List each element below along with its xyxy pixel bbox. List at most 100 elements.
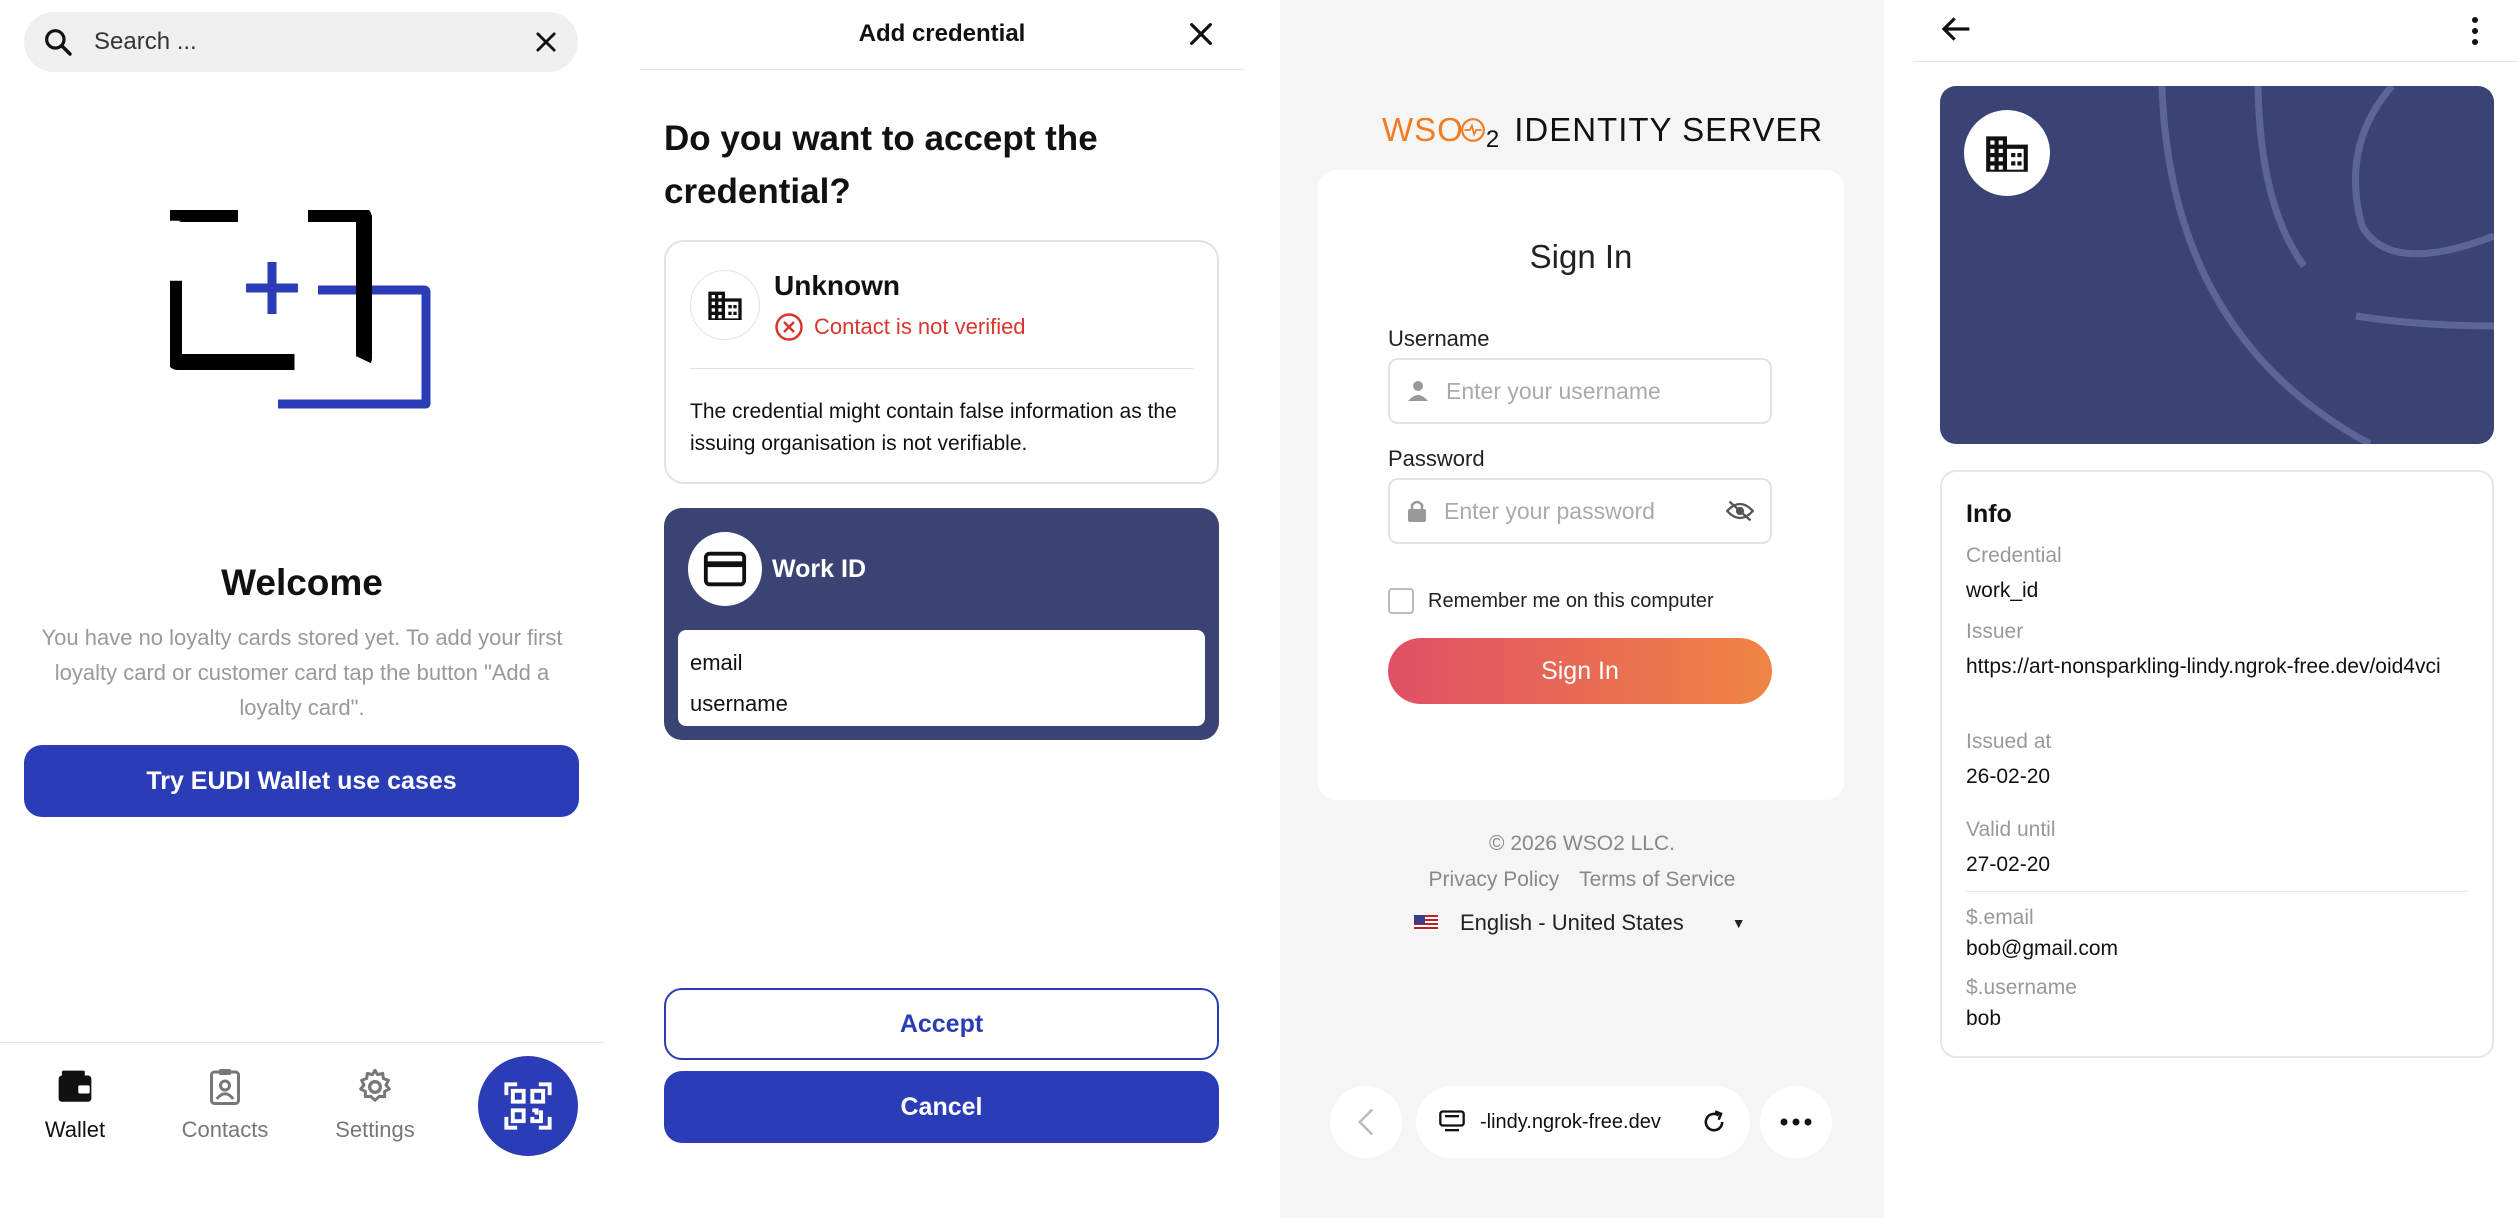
- field-value: https://art-nonsparkling-lindy.ngrok-fre…: [1966, 655, 2441, 678]
- cancel-button[interactable]: Cancel: [664, 1071, 1219, 1143]
- issuer-name: Unknown: [774, 270, 900, 301]
- issuer-warning: The credential might contain false infor…: [690, 400, 1177, 455]
- username-field[interactable]: Enter your username: [1388, 358, 1772, 424]
- qr-scan-button[interactable]: [478, 1056, 578, 1156]
- dialog-title: Add credential: [858, 20, 1026, 47]
- nav-wallet[interactable]: Wallet: [20, 1065, 130, 1143]
- footer-links: Privacy Policy Terms of Service: [1280, 868, 1884, 892]
- field-value: 27-02-20: [1966, 853, 2051, 876]
- nav-label-wallet: Wallet: [44, 1117, 106, 1142]
- search-bar[interactable]: Search ...: [24, 12, 578, 72]
- add-credential-screen: Add credential Do you want to accept the…: [640, 0, 1244, 1218]
- chevron-left-icon: [1357, 1108, 1374, 1136]
- divider: [690, 368, 1193, 369]
- search-icon: [45, 29, 72, 56]
- field-label: Credential: [1966, 544, 2062, 567]
- arrow-left-icon[interactable]: [1940, 14, 1972, 44]
- signin-title: Sign In: [1529, 238, 1633, 275]
- browser-bar: -lindy.ngrok-free.dev: [1280, 1082, 1884, 1182]
- signin-button[interactable]: Sign In: [1388, 638, 1772, 704]
- chevron-down-icon: ▼: [1731, 915, 1746, 931]
- wallet-icon: [58, 1070, 92, 1102]
- claim-item: username: [690, 691, 788, 716]
- password-label: Password: [1388, 446, 1485, 471]
- brand-subscript: 2: [1485, 126, 1501, 153]
- issuer-logo-large: [1964, 110, 2050, 196]
- credential-card-large: [1940, 86, 2494, 444]
- copyright: © 2026 WSO2 LLC.: [1489, 832, 1675, 855]
- privacy-link[interactable]: Privacy Policy: [1429, 868, 1560, 891]
- password-input[interactable]: Enter your password: [1444, 498, 1726, 525]
- field-label: Valid until: [1966, 818, 2056, 841]
- us-flag-icon: [1414, 915, 1438, 931]
- field-label: Issued at: [1966, 730, 2052, 753]
- brand-name: WSO: [1382, 111, 1464, 148]
- details-header: [1914, 0, 2518, 62]
- brand-product: IDENTITY SERVER: [1514, 111, 1824, 148]
- language-label: English - United States: [1460, 910, 1684, 935]
- signin-card: Sign In Username Enter your username Pas…: [1318, 170, 1844, 800]
- id-card-icon: [703, 551, 747, 587]
- pulse-icon: [1460, 118, 1485, 142]
- nav-label-contacts: Contacts: [181, 1117, 269, 1142]
- field-value: work_id: [1966, 579, 2039, 602]
- signin-screen: WSO 2 IDENTITY SERVER Sign In Username E…: [1280, 0, 1884, 1218]
- remember-checkbox[interactable]: [1388, 588, 1414, 614]
- language-selector[interactable]: English - United States ▼: [1414, 910, 1746, 936]
- eye-off-icon[interactable]: [1726, 499, 1754, 523]
- welcome-title: Welcome: [221, 562, 383, 603]
- browser-back-button[interactable]: [1330, 1086, 1402, 1158]
- username-label: Username: [1388, 326, 1490, 351]
- clear-icon[interactable]: [532, 28, 560, 56]
- browser-menu-button[interactable]: [1760, 1086, 1832, 1158]
- terms-link[interactable]: Terms of Service: [1579, 868, 1735, 891]
- try-eudi-button[interactable]: Try EUDI Wallet use cases: [24, 745, 579, 817]
- site-info-icon: [1439, 1110, 1465, 1132]
- url-bar[interactable]: -lindy.ngrok-free.dev: [1416, 1086, 1750, 1158]
- wallet-screen: Search ... Welcome You have no loyalty c…: [0, 0, 604, 1218]
- reload-icon[interactable]: [1700, 1108, 1728, 1136]
- issuer-card: Unknown Contact is not verified The cred…: [664, 240, 1219, 484]
- divider: [1966, 891, 2468, 892]
- url-text: -lindy.ngrok-free.dev: [1480, 1110, 1661, 1133]
- add-card-illustration: [170, 210, 431, 409]
- issuer-logo: [690, 270, 760, 340]
- more-vertical-icon[interactable]: [2470, 16, 2480, 46]
- claim-item: email: [690, 650, 743, 675]
- username-input[interactable]: Enter your username: [1446, 378, 1754, 405]
- field-label: $.username: [1966, 976, 2077, 999]
- lock-icon: [1408, 500, 1426, 522]
- wso2-logo: WSO 2 IDENTITY SERVER: [1382, 108, 1824, 153]
- accept-button[interactable]: Accept: [664, 988, 1219, 1060]
- nav-contacts[interactable]: Contacts: [170, 1065, 280, 1143]
- accept-question: Do you want to accept the credential?: [664, 119, 1098, 211]
- password-field[interactable]: Enter your password: [1388, 478, 1772, 544]
- verification-status-text: Contact is not verified: [814, 314, 1026, 339]
- close-icon[interactable]: [1185, 18, 1217, 50]
- search-input[interactable]: Search ...: [94, 28, 532, 56]
- info-title: Info: [1966, 500, 2012, 528]
- error-circle-icon: [775, 313, 803, 341]
- field-label: Issuer: [1966, 620, 2024, 643]
- credential-claims: email username: [678, 630, 1205, 726]
- building-icon: [708, 291, 742, 320]
- welcome-description: You have no loyalty cards stored yet. To…: [41, 625, 563, 720]
- field-value: 26-02-20: [1966, 765, 2051, 788]
- credential-name: Work ID: [772, 555, 866, 583]
- nav-label-settings: Settings: [335, 1117, 415, 1142]
- dialog-header: Add credential: [640, 0, 1244, 70]
- field-label: $.email: [1966, 906, 2034, 929]
- remember-label: Remember me on this computer: [1428, 589, 1714, 612]
- credential-details-screen: Info Credential work_id Issuer https://a…: [1914, 0, 2518, 1218]
- more-horizontal-icon: [1780, 1118, 1812, 1126]
- field-value: bob@gmail.com: [1966, 937, 2119, 960]
- user-icon: [1408, 381, 1428, 401]
- credential-card: Work ID email username: [664, 508, 1219, 740]
- contacts-icon: [210, 1069, 240, 1105]
- settings-icon: [359, 1068, 391, 1102]
- nav-settings[interactable]: Settings: [320, 1065, 430, 1143]
- remember-me[interactable]: Remember me on this computer: [1388, 588, 1714, 614]
- info-card: Info Credential work_id Issuer https://a…: [1940, 470, 2494, 1058]
- qr-scan-icon: [504, 1082, 552, 1130]
- building-icon: [1986, 136, 2028, 172]
